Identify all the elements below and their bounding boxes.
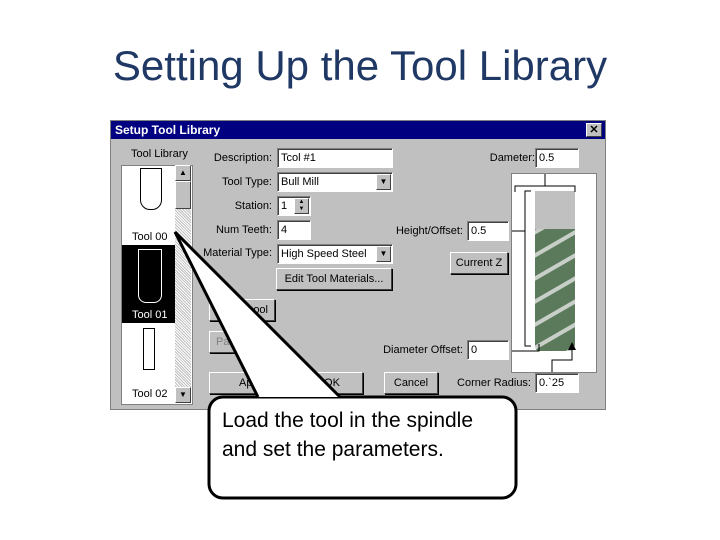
callout-text: Load the tool in the spindle and set the… bbox=[222, 409, 474, 461]
